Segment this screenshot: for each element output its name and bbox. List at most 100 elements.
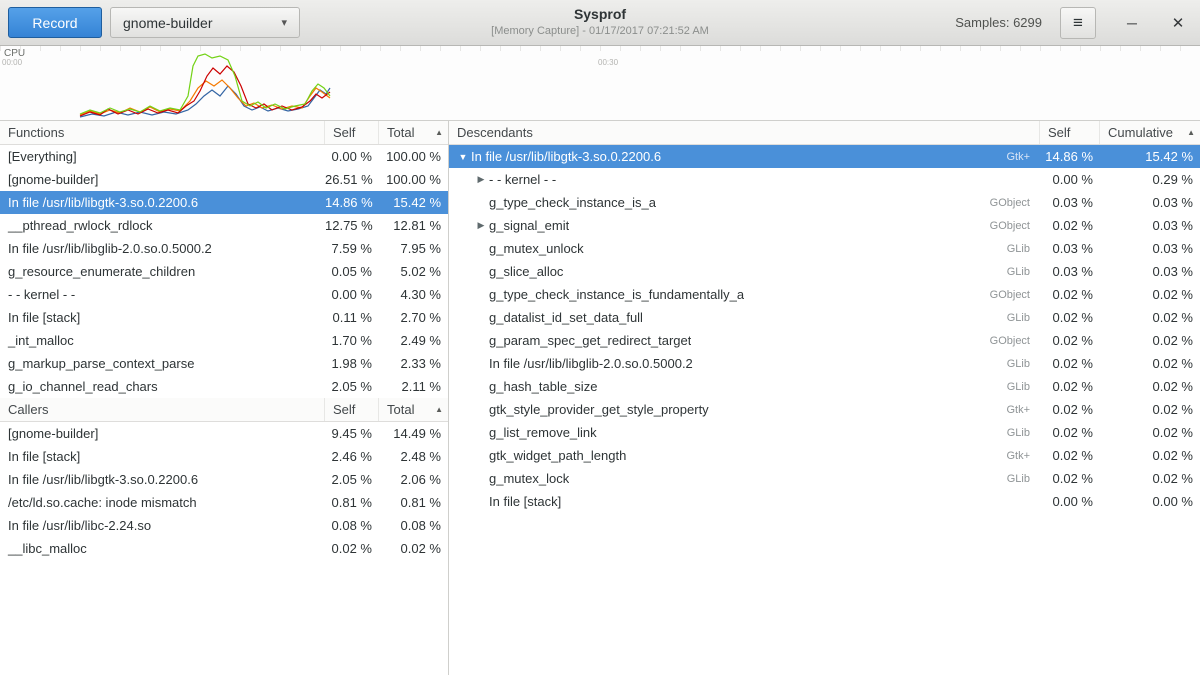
descendant-row[interactable]: ▶g_signal_emitGObject0.02 %0.03 % <box>449 214 1200 237</box>
descendant-name-cell: ▶g_signal_emitGObject <box>449 218 1040 233</box>
self-percent: 14.86 % <box>325 195 379 210</box>
chevron-down-icon: ▾ <box>281 16 287 29</box>
descendant-row[interactable]: In file /usr/lib/libglib-2.0.so.0.5000.2… <box>449 352 1200 375</box>
function-row[interactable]: g_io_channel_read_chars2.05 %2.11 % <box>0 375 448 398</box>
caller-row[interactable]: [gnome-builder]9.45 %14.49 % <box>0 422 448 445</box>
self-percent: 1.98 % <box>325 356 379 371</box>
library-tag: Gtk+ <box>1006 450 1040 462</box>
function-row[interactable]: [gnome-builder]26.51 %100.00 % <box>0 168 448 191</box>
function-row[interactable]: In file /usr/lib/libglib-2.0.so.0.5000.2… <box>0 237 448 260</box>
descendant-row[interactable]: g_param_spec_get_redirect_targetGObject0… <box>449 329 1200 352</box>
cumulative-percent: 0.29 % <box>1100 172 1200 187</box>
cumulative-percent: 0.02 % <box>1100 333 1200 348</box>
descendant-name: g_param_spec_get_redirect_target <box>489 333 691 348</box>
descendant-name: gtk_style_provider_get_style_property <box>489 402 709 417</box>
cpu-timeline-graph[interactable]: CPU 00:00 00:30 <box>0 46 1200 121</box>
cumulative-percent: 0.02 % <box>1100 310 1200 325</box>
function-name: [gnome-builder] <box>0 426 325 441</box>
close-button[interactable]: ✕ <box>1164 9 1192 37</box>
minimize-icon: ─ <box>1127 15 1137 31</box>
callers-rows: [gnome-builder]9.45 %14.49 %In file [sta… <box>0 422 448 560</box>
total-percent: 12.81 % <box>379 218 448 233</box>
descendants-cumulative-column-header[interactable]: Cumulative ▲ <box>1100 121 1200 144</box>
function-row[interactable]: In file /usr/lib/libgtk-3.so.0.2200.614.… <box>0 191 448 214</box>
function-row[interactable]: g_markup_parse_context_parse1.98 %2.33 % <box>0 352 448 375</box>
function-row[interactable]: In file [stack]0.11 %2.70 % <box>0 306 448 329</box>
function-row[interactable]: _int_malloc1.70 %2.49 % <box>0 329 448 352</box>
function-name: In file [stack] <box>0 449 325 464</box>
page-title: Sysprof <box>390 5 810 24</box>
descendants-self-column-header[interactable]: Self <box>1040 121 1100 144</box>
library-tag: GLib <box>1007 312 1040 324</box>
functions-total-column-header[interactable]: Total ▲ <box>379 121 448 144</box>
descendant-name: - - kernel - - <box>489 172 556 187</box>
function-row[interactable]: g_resource_enumerate_children0.05 %5.02 … <box>0 260 448 283</box>
callers-total-column-header[interactable]: Total ▲ <box>379 398 448 421</box>
expander-closed-icon[interactable]: ▶ <box>473 174 489 185</box>
descendant-row[interactable]: g_hash_table_sizeGLib0.02 %0.02 % <box>449 375 1200 398</box>
total-percent: 2.06 % <box>379 472 448 487</box>
descendant-row[interactable]: g_mutex_lockGLib0.02 %0.02 % <box>449 467 1200 490</box>
descendant-row[interactable]: g_list_remove_linkGLib0.02 %0.02 % <box>449 421 1200 444</box>
expander-closed-icon[interactable]: ▶ <box>473 220 489 231</box>
function-row[interactable]: - - kernel - -0.00 %4.30 % <box>0 283 448 306</box>
function-name: - - kernel - - <box>0 287 325 302</box>
descendant-row[interactable]: g_datalist_id_set_data_fullGLib0.02 %0.0… <box>449 306 1200 329</box>
library-tag: GObject <box>990 197 1040 209</box>
window-title-block: Sysprof [Memory Capture] - 01/17/2017 07… <box>390 5 810 38</box>
minimize-button[interactable]: ─ <box>1118 9 1146 37</box>
callers-column-header[interactable]: Callers <box>0 398 325 421</box>
functions-column-header[interactable]: Functions <box>0 121 325 144</box>
expander-open-icon[interactable]: ▼ <box>455 152 471 162</box>
timeline-mid-label: 00:30 <box>598 58 618 67</box>
menu-button[interactable]: ≡ <box>1060 7 1096 39</box>
descendant-row[interactable]: In file [stack]0.00 %0.00 % <box>449 490 1200 513</box>
callers-self-column-header[interactable]: Self <box>325 398 379 421</box>
descendant-row[interactable]: ▼In file /usr/lib/libgtk-3.so.0.2200.6 Gt… <box>449 145 1200 168</box>
cumulative-percent: 15.42 % <box>1100 149 1200 164</box>
sysprof-window: Record gnome-builder ▾ Sysprof [Memory C… <box>0 0 1200 675</box>
caller-row[interactable]: __libc_malloc0.02 %0.02 % <box>0 537 448 560</box>
descendant-row[interactable]: g_type_check_instance_is_fundamentally_a… <box>449 283 1200 306</box>
descendant-name-cell: In file /usr/lib/libglib-2.0.so.0.5000.2… <box>449 356 1040 371</box>
caller-row[interactable]: In file [stack]2.46 %2.48 % <box>0 445 448 468</box>
functions-self-column-header[interactable]: Self <box>325 121 379 144</box>
indent-spacer <box>455 225 473 226</box>
descendants-column-header[interactable]: Descendants <box>449 121 1040 144</box>
indent-spacer <box>455 409 473 410</box>
library-tag: Gtk+ <box>1006 151 1040 163</box>
cumulative-percent: 0.02 % <box>1100 402 1200 417</box>
descendants-rows: ▼In file /usr/lib/libgtk-3.so.0.2200.6 Gt… <box>449 145 1200 513</box>
library-tag: GObject <box>990 289 1040 301</box>
descendant-row[interactable]: g_mutex_unlockGLib0.03 %0.03 % <box>449 237 1200 260</box>
descendant-name-cell: gtk_style_provider_get_style_propertyGtk… <box>449 402 1040 417</box>
descendant-name: g_list_remove_link <box>489 425 597 440</box>
caller-row[interactable]: /etc/ld.so.cache: inode mismatch0.81 %0.… <box>0 491 448 514</box>
function-name: g_resource_enumerate_children <box>0 264 325 279</box>
process-selector-label: gnome-builder <box>123 15 213 31</box>
function-name: [Everything] <box>0 149 325 164</box>
descendant-name: In file /usr/lib/libgtk-3.so.0.2200.6 <box>471 149 661 164</box>
indent-spacer <box>455 478 473 479</box>
cumulative-percent: 0.00 % <box>1100 494 1200 509</box>
descendant-name-cell: g_hash_table_sizeGLib <box>449 379 1040 394</box>
descendant-row[interactable]: g_slice_allocGLib0.03 %0.03 % <box>449 260 1200 283</box>
descendant-name: g_mutex_lock <box>489 471 569 486</box>
function-name: __libc_malloc <box>0 541 325 556</box>
descendant-name: g_type_check_instance_is_a <box>489 195 656 210</box>
caller-row[interactable]: In file /usr/lib/libgtk-3.so.0.2200.62.0… <box>0 468 448 491</box>
total-percent: 5.02 % <box>379 264 448 279</box>
record-button[interactable]: Record <box>8 7 102 38</box>
descendant-row[interactable]: gtk_style_provider_get_style_propertyGtk… <box>449 398 1200 421</box>
function-row[interactable]: [Everything]0.00 %100.00 % <box>0 145 448 168</box>
cumulative-percent: 0.02 % <box>1100 448 1200 463</box>
descendant-row[interactable]: g_type_check_instance_is_aGObject0.03 %0… <box>449 191 1200 214</box>
descendants-pane: Descendants Self Cumulative ▲ ▼In file /… <box>449 121 1200 675</box>
process-selector-dropdown[interactable]: gnome-builder ▾ <box>110 7 300 38</box>
total-percent: 0.81 % <box>379 495 448 510</box>
function-row[interactable]: __pthread_rwlock_rdlock12.75 %12.81 % <box>0 214 448 237</box>
descendant-row[interactable]: gtk_widget_path_lengthGtk+0.02 %0.02 % <box>449 444 1200 467</box>
descendant-row[interactable]: ▶- - kernel - -0.00 %0.29 % <box>449 168 1200 191</box>
caller-row[interactable]: In file /usr/lib/libc-2.24.so0.08 %0.08 … <box>0 514 448 537</box>
self-percent: 0.11 % <box>325 310 379 325</box>
